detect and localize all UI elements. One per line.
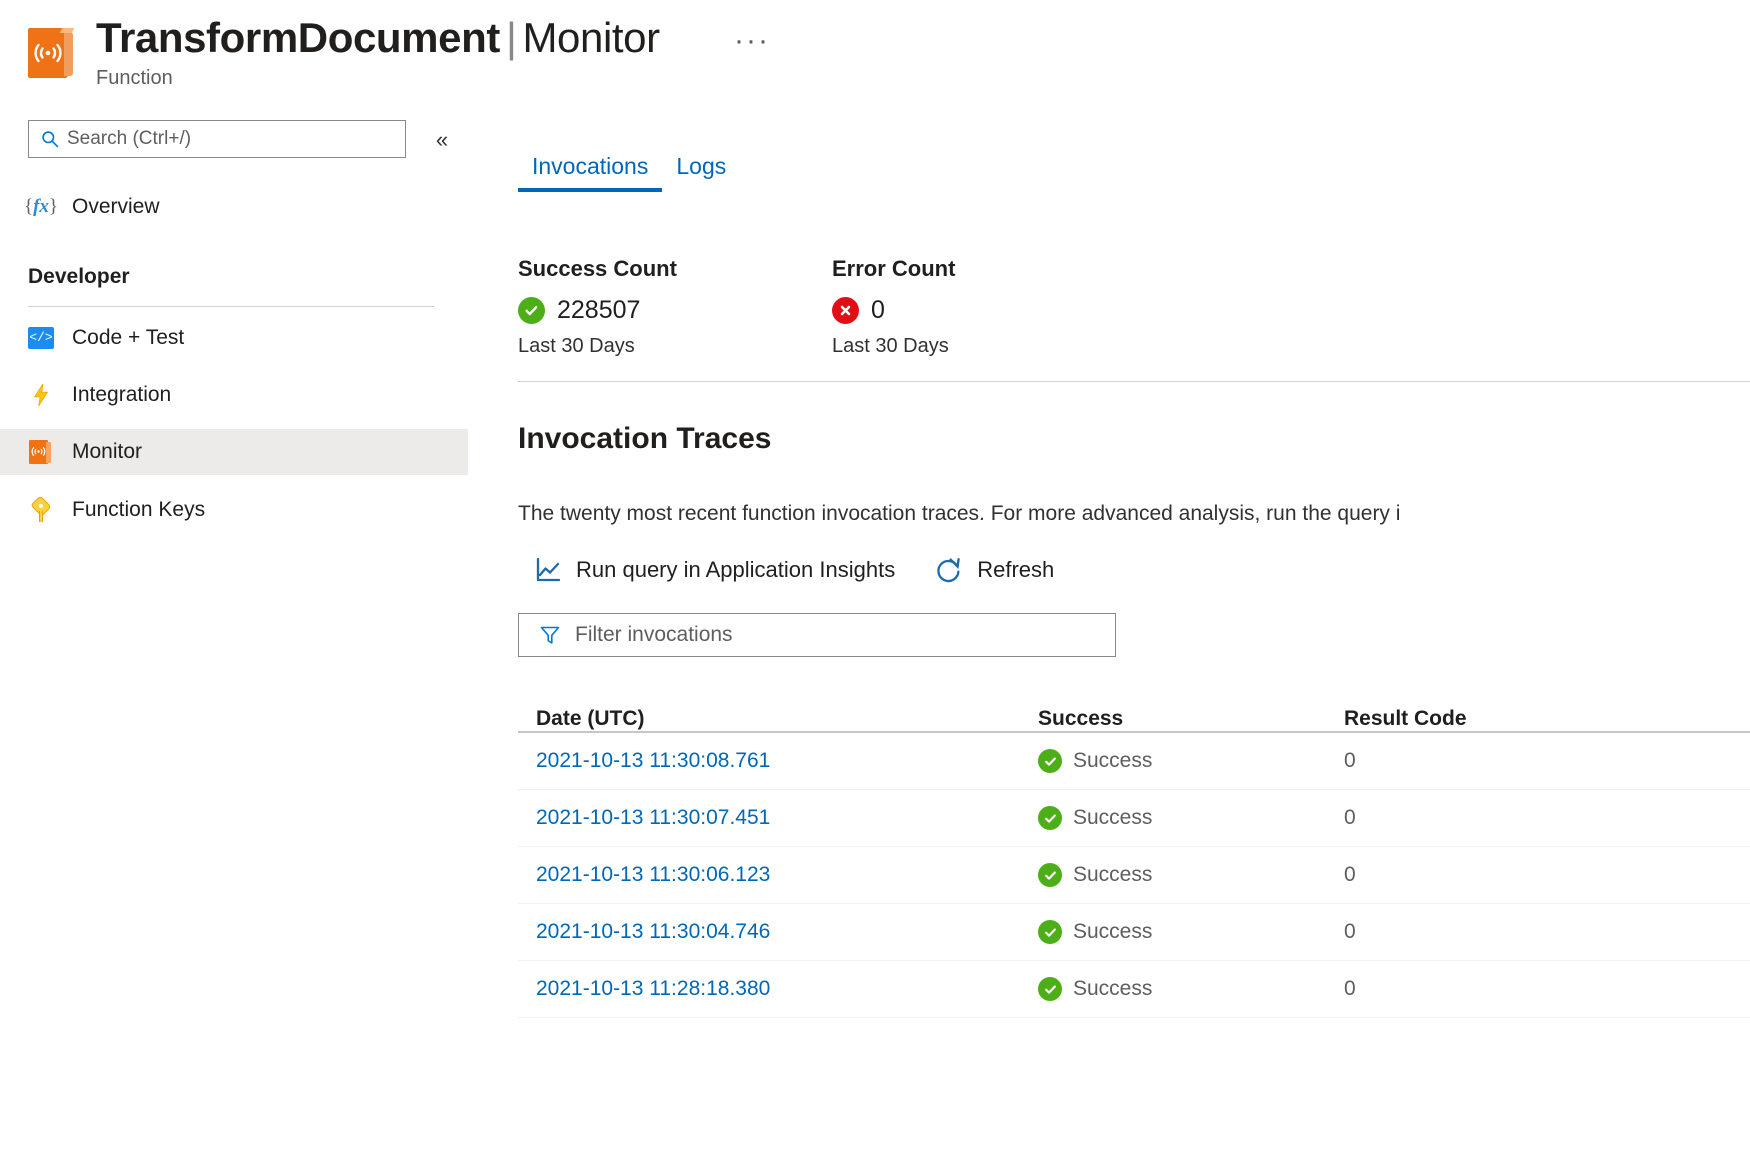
collapse-sidebar-icon[interactable]: « [426,124,458,156]
check-circle-icon [1038,806,1062,830]
tab-bar: Invocations Logs [518,153,740,192]
check-circle-icon [1038,749,1062,773]
line-chart-icon [534,556,562,584]
sidebar-item-code-test[interactable]: </> Code + Test [0,315,468,361]
page-subtitle: Function [96,67,173,90]
table-row[interactable]: 2021-10-13 11:28:18.380 Success 0 [518,961,1750,1018]
search-box[interactable] [28,120,406,158]
metric-value-success: 228507 [557,296,640,325]
filter-invocations-box[interactable] [518,613,1116,657]
check-circle-icon [518,297,545,324]
tab-logs[interactable]: Logs [662,153,740,192]
page-title-section: Monitor [522,14,659,61]
filter-invocations-input[interactable] [575,623,1055,647]
refresh-icon [935,556,963,584]
metric-title-success: Success Count [518,256,677,282]
check-circle-icon [1038,977,1062,1001]
sidebar-item-monitor[interactable]: Monitor [0,429,468,475]
trace-result-code: 0 [1344,749,1356,772]
sidebar-item-label-integration: Integration [72,383,171,407]
sidebar-section-divider [28,306,434,307]
run-query-label: Run query in Application Insights [576,557,895,583]
lightning-bolt-icon [28,382,54,408]
sidebar-item-label-code-test: Code + Test [72,326,184,350]
metric-sub-success: Last 30 Days [518,335,677,358]
metric-error-count: Error Count 0 Last 30 Days [832,256,955,358]
refresh-button[interactable]: Refresh [935,556,1054,584]
metric-sub-error: Last 30 Days [832,335,955,358]
page-title-resource: TransformDocument [96,14,500,61]
trace-success-label: Success [1073,806,1152,830]
function-monitor-book-icon [28,26,78,80]
error-circle-icon [832,297,859,324]
table-row[interactable]: 2021-10-13 11:30:04.746 Success 0 [518,904,1750,961]
trace-success-label: Success [1073,749,1152,773]
check-circle-icon [1038,863,1062,887]
page-title: TransformDocument|Monitor [96,12,660,64]
trace-success-label: Success [1073,977,1152,1001]
code-icon: </> [28,325,54,351]
column-header-result-code[interactable]: Result Code [1344,707,1724,731]
section-divider [518,381,1750,382]
column-header-date[interactable]: Date (UTC) [536,707,1038,731]
metric-value-error: 0 [871,296,885,325]
sidebar-item-overview[interactable]: {fx} Overview [0,184,468,230]
sidebar-item-function-keys[interactable]: Function Keys [0,487,468,533]
trace-date-link[interactable]: 2021-10-13 11:30:08.761 [536,749,770,772]
trace-success-label: Success [1073,920,1152,944]
key-icon [28,497,54,523]
trace-date-link[interactable]: 2021-10-13 11:30:06.123 [536,863,770,886]
trace-result-code: 0 [1344,863,1356,886]
table-row[interactable]: 2021-10-13 11:30:08.761 Success 0 [518,733,1750,790]
metric-title-error: Error Count [832,256,955,282]
trace-success-label: Success [1073,863,1152,887]
trace-result-code: 0 [1344,977,1356,1000]
trace-result-code: 0 [1344,806,1356,829]
tab-invocations[interactable]: Invocations [518,153,662,192]
more-options-icon[interactable]: ··· [726,20,778,62]
invocation-traces-description: The twenty most recent function invocati… [518,502,1400,526]
trace-date-link[interactable]: 2021-10-13 11:30:07.451 [536,806,770,829]
main-content: Invocations Logs Success Count 228507 La… [468,108,1750,1150]
trace-date-link[interactable]: 2021-10-13 11:28:18.380 [536,977,770,1000]
run-query-button[interactable]: Run query in Application Insights [534,556,895,584]
trace-result-code: 0 [1344,920,1356,943]
sidebar-item-integration[interactable]: Integration [0,372,468,418]
monitor-book-icon [28,439,54,465]
check-circle-icon [1038,920,1062,944]
metric-success-count: Success Count 228507 Last 30 Days [518,256,677,358]
sidebar-item-label-overview: Overview [72,195,160,219]
trace-date-link[interactable]: 2021-10-13 11:30:04.746 [536,920,770,943]
refresh-label: Refresh [977,557,1054,583]
funnel-icon [539,624,561,646]
table-row[interactable]: 2021-10-13 11:30:07.451 Success 0 [518,790,1750,847]
sidebar-item-label-function-keys: Function Keys [72,498,205,522]
fx-icon: {fx} [28,194,54,220]
page-title-separator: | [500,14,523,61]
sidebar: « {fx} Overview Developer </> Code + Tes… [0,108,468,1150]
search-icon [41,130,59,148]
invocation-traces-title: Invocation Traces [518,422,771,456]
sidebar-section-developer: Developer [28,265,130,289]
search-input[interactable] [67,128,367,150]
page-header: TransformDocument|Monitor ··· Function [0,0,1750,108]
invocation-traces-table: Date (UTC) Success Result Code 2021-10-1… [518,681,1750,1018]
azure-portal-function-monitor-page: TransformDocument|Monitor ··· Function «… [0,0,1750,1150]
sidebar-search-row: « [28,120,458,160]
table-row[interactable]: 2021-10-13 11:30:06.123 Success 0 [518,847,1750,904]
command-bar: Run query in Application Insights Refres… [534,556,1054,584]
table-header-row: Date (UTC) Success Result Code [518,681,1750,733]
sidebar-item-label-monitor: Monitor [72,440,142,464]
column-header-success[interactable]: Success [1038,707,1344,731]
